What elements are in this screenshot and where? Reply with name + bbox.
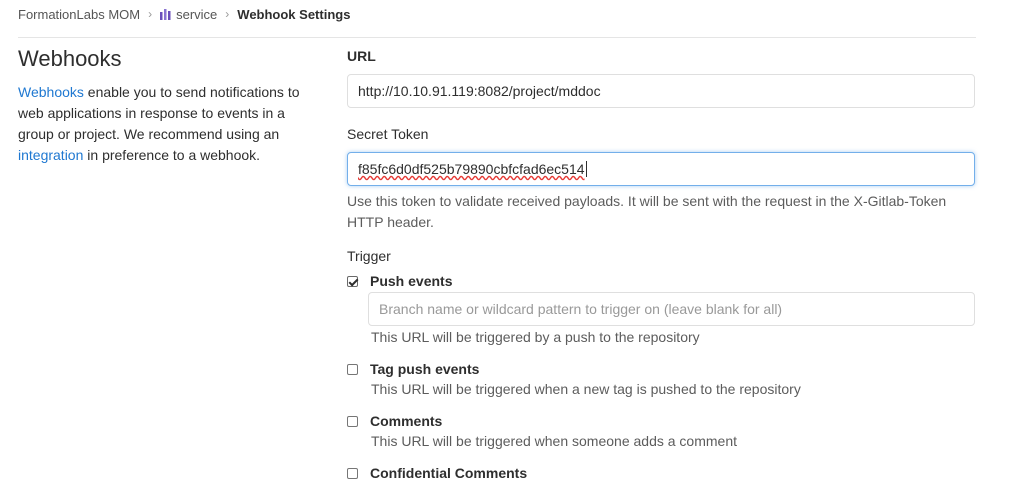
comments-checkbox[interactable] bbox=[347, 415, 358, 427]
branch-filter-input[interactable] bbox=[368, 292, 975, 326]
chevron-right-icon: › bbox=[225, 7, 230, 21]
push-events-label: Push events bbox=[370, 273, 453, 289]
url-label: URL bbox=[347, 48, 376, 64]
breadcrumb-group-link[interactable]: FormationLabs MOM bbox=[18, 7, 140, 22]
secret-token-help: Use this token to validate received payl… bbox=[347, 193, 947, 230]
url-input[interactable] bbox=[347, 74, 975, 108]
breadcrumb-current: Webhook Settings bbox=[237, 6, 351, 22]
description-text-2: in preference to a webhook. bbox=[83, 147, 261, 163]
tag-push-events-label: Tag push events bbox=[370, 361, 480, 377]
push-events-checkbox[interactable] bbox=[347, 275, 358, 287]
breadcrumb-project-link[interactable]: service bbox=[160, 7, 217, 22]
confidential-comments-label: Confidential Comments bbox=[370, 465, 528, 481]
comments-label: Comments bbox=[370, 413, 443, 429]
webhook-form: URL Secret Token f85fc6d0df525b79890cbfc… bbox=[347, 48, 975, 481]
comments-help: This URL will be triggered when someone … bbox=[371, 433, 737, 449]
trigger-label: Trigger bbox=[347, 248, 391, 264]
tag-push-events-help: This URL will be triggered when a new ta… bbox=[371, 381, 801, 397]
webhooks-description: Webhooks enable you to send notification… bbox=[18, 82, 318, 166]
project-icon bbox=[160, 8, 171, 20]
trigger-tag-push-events: Tag push events This URL will be trigger… bbox=[347, 361, 975, 397]
tag-push-events-checkbox[interactable] bbox=[347, 363, 358, 375]
secret-token-value: f85fc6d0df525b79890cbfcfad6ec514 bbox=[358, 161, 585, 177]
page-title: Webhooks bbox=[18, 46, 122, 71]
chevron-right-icon: › bbox=[148, 7, 153, 21]
divider bbox=[18, 37, 976, 38]
secret-token-input[interactable]: f85fc6d0df525b79890cbfcfad6ec514 bbox=[347, 152, 975, 186]
trigger-push-events: Push events This URL will be triggered b… bbox=[347, 273, 975, 345]
secret-token-label: Secret Token bbox=[347, 126, 429, 142]
trigger-confidential-comments: Confidential Comments bbox=[347, 465, 975, 481]
confidential-comments-checkbox[interactable] bbox=[347, 467, 358, 479]
text-caret bbox=[585, 161, 587, 177]
settings-sidebar: Webhooks Webhooks enable you to send not… bbox=[18, 44, 318, 166]
breadcrumb: FormationLabs MOM › service › Webhook Se… bbox=[18, 0, 350, 28]
webhooks-doc-link[interactable]: Webhooks bbox=[18, 84, 84, 100]
integration-link[interactable]: integration bbox=[18, 147, 83, 163]
breadcrumb-project-label: service bbox=[176, 6, 218, 22]
trigger-comments: Comments This URL will be triggered when… bbox=[347, 413, 975, 449]
push-events-help: This URL will be triggered by a push to … bbox=[371, 329, 700, 345]
